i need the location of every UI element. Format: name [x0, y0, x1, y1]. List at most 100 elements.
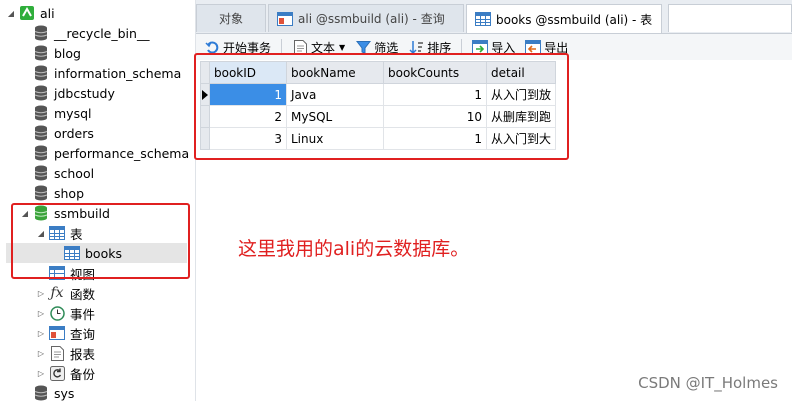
table-row[interactable]: 3 Linux 1 从入门到大 [200, 127, 557, 150]
expanded-arrow-icon[interactable]: ◢ [36, 228, 46, 238]
table-icon [64, 245, 80, 261]
collapsed-arrow-icon[interactable]: ▷ [36, 368, 46, 378]
database-label: performance_schema [54, 145, 190, 161]
clock-icon [49, 305, 65, 321]
tree-db-recycle-bin[interactable]: __recycle_bin__ [20, 23, 149, 43]
cell-bookname[interactable]: Java [286, 83, 384, 106]
toolbar-divider [461, 39, 463, 55]
tab-query[interactable]: ali @ssmbuild (ali) - 查询 [268, 4, 464, 32]
reports-label: 报表 [70, 346, 96, 362]
cell-bookcounts[interactable]: 1 [383, 83, 487, 106]
database-icon [33, 145, 49, 161]
database-label: orders [54, 125, 94, 141]
database-icon [33, 65, 49, 81]
column-header-detail[interactable]: detail [485, 61, 557, 84]
queries-label: 查询 [70, 326, 96, 342]
connection-icon [19, 5, 35, 21]
document-icon [292, 39, 308, 55]
query-icon [49, 325, 65, 341]
tab-label: 对象 [218, 12, 243, 26]
tree-table-books[interactable]: books [6, 243, 187, 263]
filter-icon [355, 39, 371, 55]
database-label: mysql [54, 105, 92, 121]
function-icon: ƒx [50, 285, 64, 301]
database-label: sys [54, 385, 75, 401]
table-icon [475, 11, 491, 27]
import-button[interactable]: 导入 [472, 39, 515, 56]
cell-bookcounts[interactable]: 10 [383, 105, 487, 128]
cell-bookcounts[interactable]: 1 [383, 127, 487, 150]
cell-bookid[interactable]: 1 [209, 83, 287, 106]
expanded-arrow-icon[interactable]: ◢ [6, 8, 16, 18]
column-header-bookid[interactable]: bookID [209, 61, 287, 84]
sort-button[interactable]: 排序 [408, 39, 451, 56]
tab-objects[interactable]: 对象 [196, 4, 266, 32]
row-header[interactable] [200, 127, 210, 150]
cell-detail[interactable]: 从入门到放 [485, 83, 557, 106]
data-grid: bookID bookName bookCounts detail 1 Java… [200, 61, 557, 150]
database-label: ssmbuild [54, 205, 110, 221]
expanded-arrow-icon[interactable]: ◢ [20, 208, 30, 218]
tree-connection-ali[interactable]: ◢ ali [6, 3, 55, 23]
sort-label: 排序 [427, 40, 452, 55]
tree-db-jdbcstudy[interactable]: jdbcstudy [20, 83, 115, 103]
collapsed-arrow-icon[interactable]: ▷ [36, 328, 46, 338]
tree-db-ssmbuild[interactable]: ◢ ssmbuild [20, 203, 110, 223]
collapsed-arrow-icon[interactable]: ▷ [36, 348, 46, 358]
database-label: information_schema [54, 65, 182, 81]
table-toolbar: 开始事务 文本 ▼ 筛选 排序 导入 导出 [196, 34, 792, 60]
text-button[interactable]: 文本 ▼ [292, 39, 345, 56]
table-row[interactable]: 2 MySQL 10 从删库到跑 [200, 105, 557, 128]
cell-bookid[interactable]: 3 [209, 127, 287, 150]
tree-node-queries[interactable]: ▷ 查询 [36, 323, 95, 343]
tree-db-orders[interactable]: orders [20, 123, 94, 143]
cell-bookid[interactable]: 2 [209, 105, 287, 128]
tree-node-views[interactable]: 视图 [36, 263, 95, 283]
tab-empty-area [668, 4, 792, 32]
database-label: blog [54, 45, 81, 61]
database-icon [33, 165, 49, 181]
backups-label: 备份 [70, 366, 96, 382]
tree-db-blog[interactable]: blog [20, 43, 81, 63]
cell-bookname[interactable]: Linux [286, 127, 384, 150]
tab-books-table[interactable]: books @ssmbuild (ali) - 表 [466, 4, 662, 33]
tree-node-backups[interactable]: ▷ 备份 [36, 363, 95, 383]
tree-db-sys[interactable]: sys [20, 383, 74, 401]
table-row[interactable]: 1 Java 1 从入门到放 [200, 83, 557, 106]
connection-label: ali [40, 5, 55, 21]
row-header-corner [200, 61, 210, 84]
report-icon [49, 345, 65, 361]
collapsed-arrow-icon[interactable]: ▷ [36, 308, 46, 318]
tree-node-tables[interactable]: ◢ 表 [36, 223, 83, 243]
cell-bookname[interactable]: MySQL [286, 105, 384, 128]
database-icon [33, 205, 49, 221]
tree-db-information-schema[interactable]: information_schema [20, 63, 181, 83]
tree-node-functions[interactable]: ▷ ƒx 函数 [36, 283, 95, 303]
import-icon [472, 39, 489, 55]
row-pointer-icon[interactable] [200, 83, 210, 106]
tree-db-performance-schema[interactable]: performance_schema [20, 143, 189, 163]
database-label: school [54, 165, 95, 181]
cell-detail[interactable]: 从删库到跑 [485, 105, 557, 128]
filter-button[interactable]: 筛选 [355, 39, 398, 56]
tree-node-reports[interactable]: ▷ 报表 [36, 343, 95, 363]
tab-label: ali @ssmbuild (ali) - 查询 [298, 12, 445, 26]
row-header[interactable] [200, 105, 210, 128]
column-header-bookcounts[interactable]: bookCounts [383, 61, 487, 84]
tree-db-school[interactable]: school [20, 163, 94, 183]
filter-label: 筛选 [374, 40, 399, 55]
tree-node-events[interactable]: ▷ 事件 [36, 303, 95, 323]
database-icon [33, 25, 49, 41]
tree-db-shop[interactable]: shop [20, 183, 84, 203]
query-icon [277, 11, 293, 27]
tree-db-mysql[interactable]: mysql [20, 103, 92, 123]
export-button[interactable]: 导出 [525, 39, 568, 56]
tab-label: books @ssmbuild (ali) - 表 [496, 12, 653, 27]
collapsed-arrow-icon[interactable]: ▷ [36, 288, 46, 298]
begin-transaction-button[interactable]: 开始事务 [204, 39, 271, 56]
import-label: 导入 [491, 40, 516, 55]
dropdown-arrow-icon: ▼ [339, 42, 346, 52]
functions-label: 函数 [70, 286, 96, 302]
column-header-bookname[interactable]: bookName [286, 61, 384, 84]
cell-detail[interactable]: 从入门到大 [485, 127, 557, 150]
